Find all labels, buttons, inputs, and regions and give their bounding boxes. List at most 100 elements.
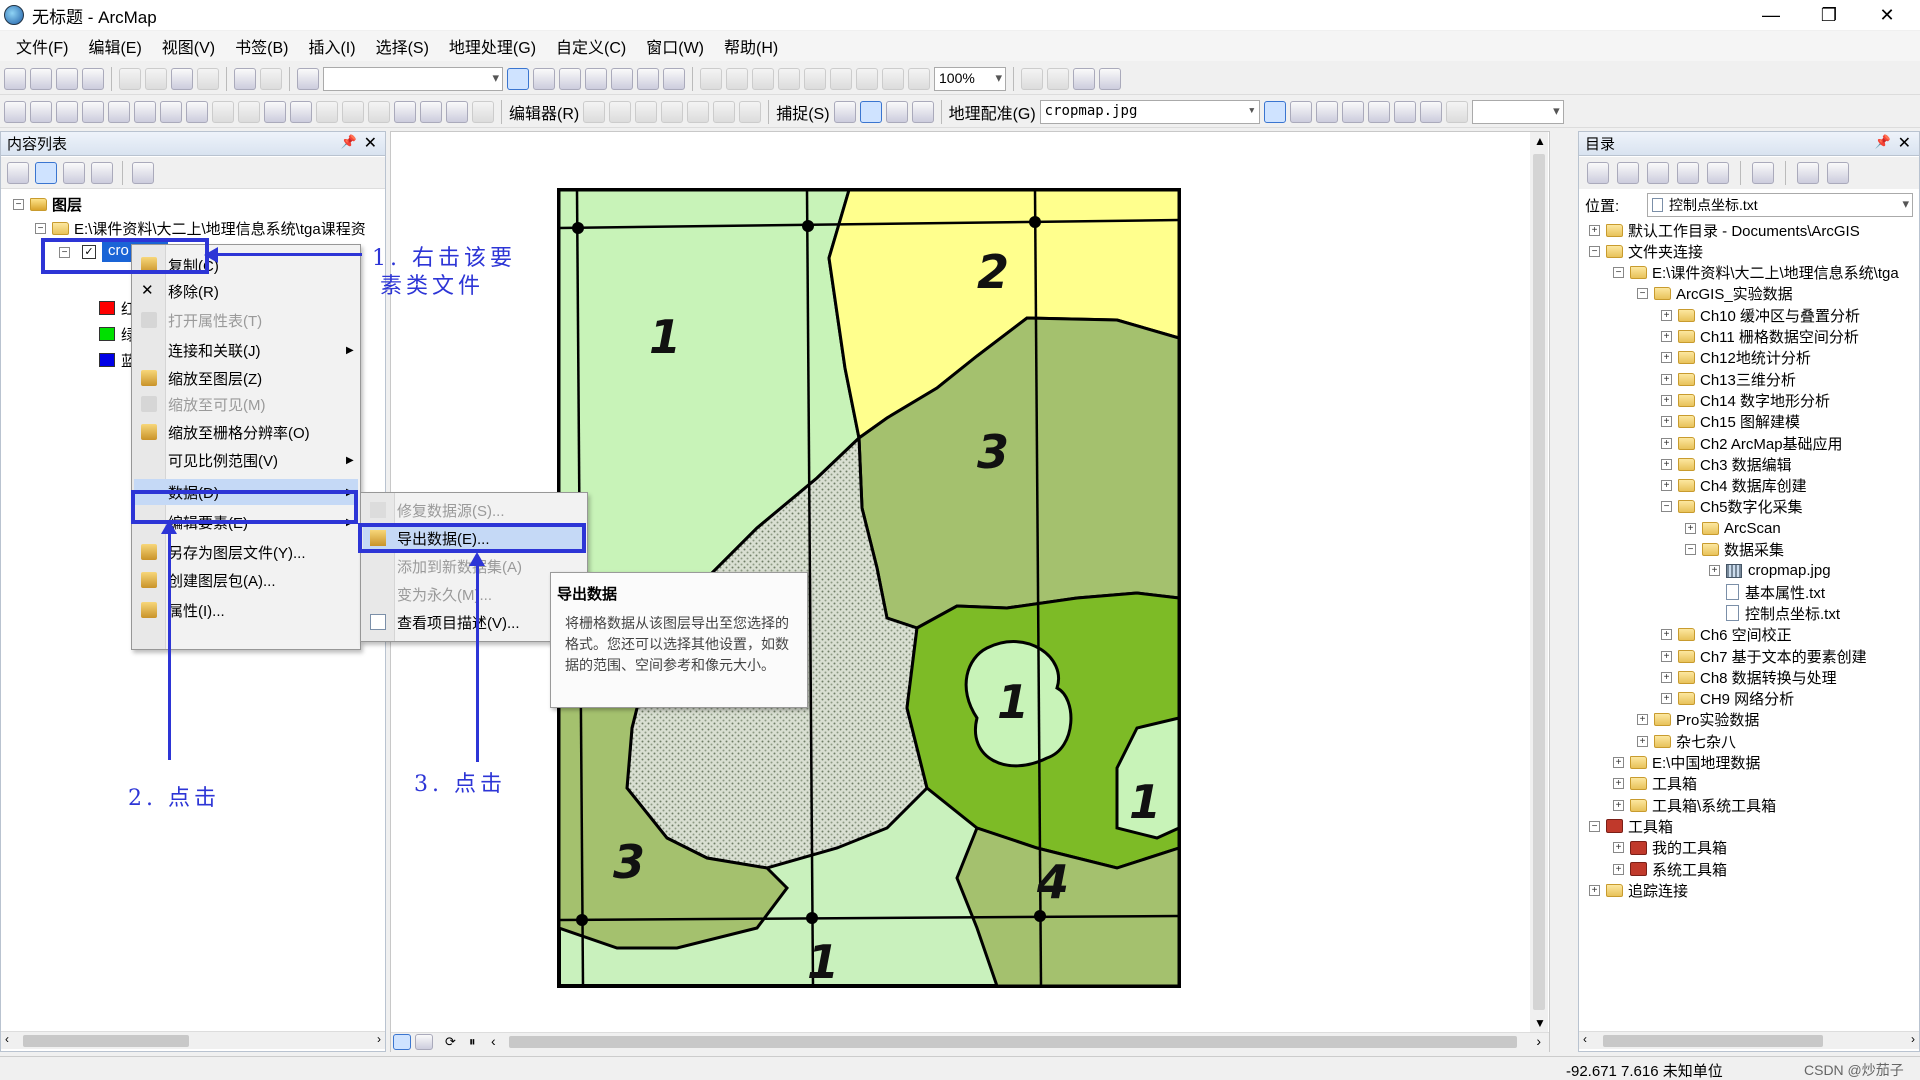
pan-icon[interactable]	[56, 100, 78, 123]
catalog-node[interactable]: + Ch8 数据转换与处理	[1661, 667, 1837, 687]
python-window-icon[interactable]	[637, 67, 659, 90]
context-menu-item[interactable]: 数据(D) ▶	[134, 479, 358, 505]
end-point-arc-icon[interactable]	[661, 100, 684, 123]
toc-options-icon[interactable]	[132, 161, 154, 184]
scale-combo[interactable]	[323, 66, 503, 91]
catalog-node[interactable]: + Ch15 图解建模	[1661, 412, 1800, 432]
editor-menu[interactable]: 编辑器(R)	[509, 100, 579, 124]
layers-node[interactable]: − 图层	[13, 194, 82, 214]
add-control-point-auto-icon[interactable]	[1289, 100, 1312, 123]
expand-icon[interactable]: +	[1661, 416, 1672, 428]
collapse-icon[interactable]: −	[59, 246, 70, 258]
menu-help[interactable]: 帮助(H)	[714, 34, 788, 58]
cut-icon[interactable]	[119, 67, 141, 90]
expand-icon[interactable]: +	[1661, 373, 1672, 385]
redo-icon[interactable]	[260, 67, 282, 90]
goto-xy-icon[interactable]	[446, 100, 468, 123]
catalog-node[interactable]: + 工具箱	[1613, 774, 1697, 794]
expand-icon[interactable]: +	[1661, 394, 1672, 406]
catalog-node[interactable]: + Ch11 栅格数据空间分析	[1661, 327, 1859, 347]
catalog-node[interactable]: + CH9 网络分析	[1661, 689, 1794, 709]
catalog-node[interactable]: + 杂七杂八	[1637, 731, 1736, 751]
expand-icon[interactable]: +	[1589, 224, 1600, 236]
expand-icon[interactable]: +	[1661, 458, 1672, 470]
select-link-icon[interactable]	[1315, 100, 1338, 123]
menu-geoprocessing[interactable]: 地理处理(G)	[439, 34, 546, 58]
collapse-icon[interactable]: −	[35, 222, 46, 234]
catalog-node[interactable]: − E:\课件资料\大二上\地理信息系统\tga	[1613, 263, 1899, 283]
go-back-icon[interactable]	[160, 100, 182, 123]
toggle-draft-mode-icon[interactable]	[1021, 67, 1043, 90]
trace-icon[interactable]	[687, 100, 710, 123]
snapping-menu[interactable]: 捕捉(S)	[776, 100, 829, 124]
context-menu-item[interactable]: 缩放至图层(Z)	[134, 365, 358, 391]
context-menu-item[interactable]: 可见比例范围(V) ▶	[134, 447, 358, 473]
find-icon[interactable]	[394, 100, 416, 123]
delete-icon[interactable]	[197, 67, 219, 90]
toc-horizontal-scrollbar[interactable]: ‹ ›	[1, 1031, 385, 1049]
undo-icon[interactable]	[234, 67, 256, 90]
layout-zoom-out-icon[interactable]	[726, 67, 748, 90]
menu-windows[interactable]: 窗口(W)	[636, 34, 714, 58]
context-menu-item[interactable]: ✕ 移除(R)	[134, 278, 358, 304]
fixed-zoom-in-map-icon[interactable]	[108, 100, 130, 123]
catalog-node[interactable]: + Ch2 ArcMap基础应用	[1661, 433, 1843, 453]
new-folder-icon[interactable]	[1797, 162, 1819, 184]
catalog-node[interactable]: + 我的工具箱	[1613, 838, 1727, 858]
fixed-zoom-out-map-icon[interactable]	[134, 100, 156, 123]
fixed-zoom-out-icon[interactable]	[856, 67, 878, 90]
select-features-icon[interactable]	[212, 100, 234, 123]
context-menu-item[interactable]: 连接和关联(J) ▶	[134, 337, 358, 363]
back-icon[interactable]	[1587, 162, 1609, 184]
add-control-points-icon[interactable]	[1263, 100, 1286, 123]
expand-icon[interactable]: +	[1589, 884, 1600, 896]
georeferencing-menu[interactable]: 地理配准(G)	[949, 100, 1036, 124]
expand-icon[interactable]: +	[1613, 863, 1624, 875]
end-snapping-icon[interactable]	[859, 100, 882, 123]
clear-selection-icon[interactable]	[238, 100, 260, 123]
search-window-icon[interactable]	[585, 67, 607, 90]
change-layout-icon[interactable]	[1073, 67, 1095, 90]
expand-icon[interactable]: +	[1709, 565, 1720, 577]
pause-drawing-icon[interactable]: ⏸	[469, 1034, 476, 1050]
print-icon[interactable]	[82, 67, 104, 90]
toc-window-icon[interactable]	[533, 67, 555, 90]
catalog-node[interactable]: + Pro实验数据	[1637, 710, 1759, 730]
submenu-item[interactable]: 导出数据(E)...	[363, 525, 585, 551]
catalog-node[interactable]: + Ch13三维分析	[1661, 369, 1796, 389]
georeferencing-layer-combo[interactable]: cropmap.jpg	[1039, 99, 1260, 124]
list-by-visibility-icon[interactable]	[63, 161, 85, 184]
zoom-to-link-icon[interactable]	[1341, 100, 1364, 123]
expand-icon[interactable]: +	[1661, 629, 1672, 641]
layout-view-icon[interactable]	[415, 1034, 433, 1050]
point-icon[interactable]	[713, 100, 736, 123]
catalog-node[interactable]: + Ch7 基于文本的要素创建	[1661, 646, 1867, 666]
expand-icon[interactable]: +	[1661, 437, 1672, 449]
expand-icon[interactable]: +	[1661, 693, 1672, 705]
restore-button[interactable]: ❐	[1800, 0, 1858, 30]
toggle-contents-icon[interactable]	[1827, 162, 1849, 184]
catalog-node[interactable]: − 数据采集	[1685, 540, 1784, 560]
expand-icon[interactable]: +	[1613, 842, 1624, 854]
paste-icon[interactable]	[171, 67, 193, 90]
rotate-angle-input[interactable]	[1471, 99, 1564, 124]
back-extent-icon[interactable]	[882, 67, 904, 90]
catalog-node[interactable]: 控制点坐标.txt	[1709, 603, 1840, 623]
go-forward-icon[interactable]	[186, 100, 208, 123]
zoom-in-icon[interactable]	[4, 100, 26, 123]
edit-annotation-icon[interactable]	[609, 100, 632, 123]
collapse-icon[interactable]: −	[1661, 501, 1672, 513]
expand-icon[interactable]: +	[1613, 799, 1624, 811]
find-route-icon[interactable]	[420, 100, 442, 123]
layer-visibility-checkbox[interactable]: ✓	[82, 245, 96, 259]
catalog-node[interactable]: 基本属性.txt	[1709, 582, 1825, 602]
expand-icon[interactable]: +	[1661, 480, 1672, 492]
up-one-level-icon[interactable]	[1647, 162, 1669, 184]
close-panel-icon[interactable]: ✕	[364, 133, 377, 153]
select-elements-icon[interactable]	[264, 100, 286, 123]
catalog-node[interactable]: + Ch3 数据编辑	[1661, 454, 1792, 474]
catalog-node[interactable]: + Ch14 数字地形分析	[1661, 390, 1830, 410]
collapse-icon[interactable]: −	[13, 198, 24, 210]
edit-vertices-icon[interactable]	[739, 100, 762, 123]
collapse-icon[interactable]: −	[1589, 820, 1600, 832]
